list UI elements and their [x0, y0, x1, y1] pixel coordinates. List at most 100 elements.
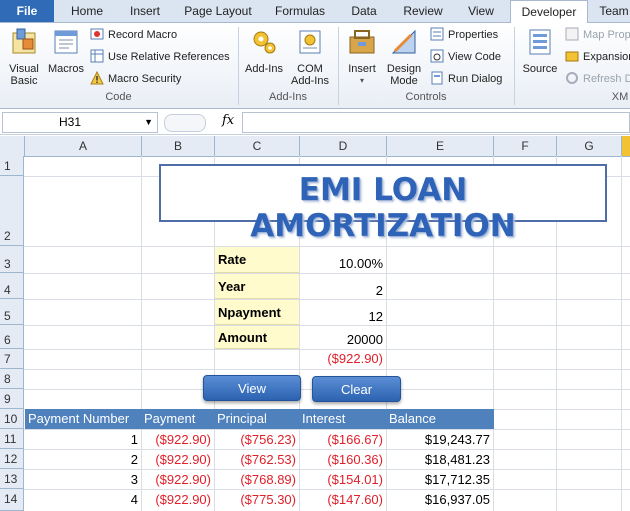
- properties-button[interactable]: Properties: [430, 26, 498, 44]
- column-header-c[interactable]: C: [215, 136, 300, 156]
- cell-payment-number[interactable]: 2: [25, 450, 141, 470]
- map-properties-button[interactable]: Map Prop: [565, 26, 630, 44]
- design-mode-icon: [391, 29, 416, 54]
- column-header-b[interactable]: B: [142, 136, 215, 156]
- table-header-interest[interactable]: Interest: [299, 409, 387, 429]
- run-dialog-icon: [431, 71, 443, 85]
- run-dialog-button[interactable]: Run Dialog: [430, 70, 502, 88]
- tab-page-layout[interactable]: Page Layout: [178, 0, 258, 22]
- column-header-g[interactable]: G: [557, 136, 622, 156]
- view-code-icon: [430, 49, 444, 63]
- refresh-data-button[interactable]: Refresh D: [565, 70, 630, 88]
- chevron-down-icon[interactable]: ▼: [144, 113, 153, 132]
- use-relative-references-button[interactable]: Use Relative References: [90, 48, 230, 66]
- ribbon: Visual Basic Macros Record Macro Use Rel…: [0, 23, 630, 109]
- expansion-packs-icon: [565, 51, 579, 62]
- table-header-balance[interactable]: Balance: [386, 409, 494, 429]
- macro-security-label: Macro Security: [108, 73, 182, 85]
- input-value-year[interactable]: 2: [300, 274, 386, 299]
- cell-payment-number[interactable]: 3: [25, 470, 141, 490]
- record-macro-label: Record Macro: [108, 29, 178, 41]
- tab-review[interactable]: Review: [396, 0, 450, 22]
- column-header-e[interactable]: E: [387, 136, 494, 156]
- title-text-box[interactable]: EMI LOAN AMORTIZATION: [159, 164, 607, 244]
- column-header-a[interactable]: A: [25, 136, 142, 156]
- cell-interest[interactable]: ($147.60): [300, 490, 386, 510]
- row-header[interactable]: 14: [0, 489, 24, 511]
- formula-input[interactable]: [242, 112, 630, 133]
- cell-balance[interactable]: $18,481.23: [387, 450, 493, 470]
- tab-file[interactable]: File: [0, 0, 54, 22]
- com-add-ins-button[interactable]: COM Add-Ins: [288, 25, 332, 87]
- row-header[interactable]: 8: [0, 369, 24, 389]
- tab-data[interactable]: Data: [340, 0, 388, 22]
- table-header-payment-number[interactable]: Payment Number: [25, 409, 141, 429]
- refresh-data-label: Refresh D: [583, 73, 630, 85]
- row-header[interactable]: 7: [0, 349, 24, 369]
- add-ins-button[interactable]: Add-Ins: [242, 25, 286, 75]
- visual-basic-button[interactable]: Visual Basic: [2, 25, 46, 87]
- emi-result[interactable]: ($922.90): [300, 349, 386, 369]
- tab-team[interactable]: Team: [594, 0, 630, 22]
- view-code-button[interactable]: View Code: [430, 48, 501, 66]
- ribbon-tab-bar: File Home Insert Page Layout Formulas Da…: [0, 0, 630, 24]
- name-box[interactable]: H31 ▼: [2, 112, 158, 133]
- view-button[interactable]: View: [203, 375, 301, 401]
- cell-payment[interactable]: ($922.90): [142, 450, 214, 470]
- cell-balance[interactable]: $17,712.35: [387, 470, 493, 490]
- source-button[interactable]: Source: [518, 25, 562, 75]
- row-header[interactable]: 5: [0, 299, 24, 325]
- cell-interest[interactable]: ($154.01): [300, 470, 386, 490]
- cell-interest[interactable]: ($160.36): [300, 450, 386, 470]
- column-header-f[interactable]: F: [494, 136, 557, 156]
- input-label-npayment[interactable]: Npayment: [215, 300, 299, 325]
- cell-balance[interactable]: $19,243.77: [387, 430, 493, 450]
- input-value-npayment[interactable]: 12: [300, 300, 386, 325]
- input-label-rate[interactable]: Rate: [215, 247, 299, 273]
- macro-security-button[interactable]: Macro Security: [90, 70, 181, 88]
- row-header[interactable]: 4: [0, 273, 24, 299]
- design-mode-button[interactable]: Design Mode: [384, 25, 424, 87]
- row-header[interactable]: 13: [0, 469, 24, 489]
- column-header-d[interactable]: D: [300, 136, 387, 156]
- row-header[interactable]: 3: [0, 246, 24, 273]
- row-header[interactable]: 6: [0, 325, 24, 349]
- insert-control-button[interactable]: Insert ▾: [342, 25, 382, 87]
- select-all-corner[interactable]: [0, 136, 25, 156]
- expansion-packs-button[interactable]: Expansion: [565, 48, 630, 66]
- row-header[interactable]: 1: [0, 156, 24, 176]
- input-value-rate[interactable]: 10.00%: [300, 247, 386, 273]
- tab-insert[interactable]: Insert: [118, 0, 172, 22]
- cell-principal[interactable]: ($762.53): [215, 450, 299, 470]
- row-header[interactable]: 9: [0, 389, 24, 409]
- row-header[interactable]: 10: [0, 409, 24, 429]
- tab-formulas[interactable]: Formulas: [268, 0, 332, 22]
- input-label-year[interactable]: Year: [215, 274, 299, 299]
- cell-principal[interactable]: ($775.30): [215, 490, 299, 510]
- row-header[interactable]: 12: [0, 449, 24, 469]
- cell-principal[interactable]: ($768.89): [215, 470, 299, 490]
- insert-function-icon[interactable]: fx: [222, 113, 234, 128]
- table-header-payment[interactable]: Payment: [141, 409, 215, 429]
- input-label-amount[interactable]: Amount: [215, 326, 299, 349]
- input-value-amount[interactable]: 20000: [300, 326, 386, 349]
- cell-principal[interactable]: ($756.23): [215, 430, 299, 450]
- macros-button[interactable]: Macros: [46, 25, 86, 75]
- tab-view[interactable]: View: [458, 0, 504, 22]
- cell-payment[interactable]: ($922.90): [142, 470, 214, 490]
- table-header-principal[interactable]: Principal: [214, 409, 300, 429]
- cell-interest[interactable]: ($166.67): [300, 430, 386, 450]
- formula-bar-splitter[interactable]: [164, 114, 206, 132]
- record-macro-button[interactable]: Record Macro: [90, 26, 177, 44]
- tab-developer[interactable]: Developer: [510, 0, 588, 24]
- row-header[interactable]: 11: [0, 429, 24, 449]
- row-header[interactable]: 2: [0, 176, 24, 246]
- cell-payment[interactable]: ($922.90): [142, 430, 214, 450]
- clear-button[interactable]: Clear: [312, 376, 401, 402]
- tab-home[interactable]: Home: [60, 0, 114, 22]
- cell-payment-number[interactable]: 4: [25, 490, 141, 510]
- cell-balance[interactable]: $16,937.05: [387, 490, 493, 510]
- cell-payment[interactable]: ($922.90): [142, 490, 214, 510]
- macros-label: Macros: [47, 63, 85, 75]
- cell-payment-number[interactable]: 1: [25, 430, 141, 450]
